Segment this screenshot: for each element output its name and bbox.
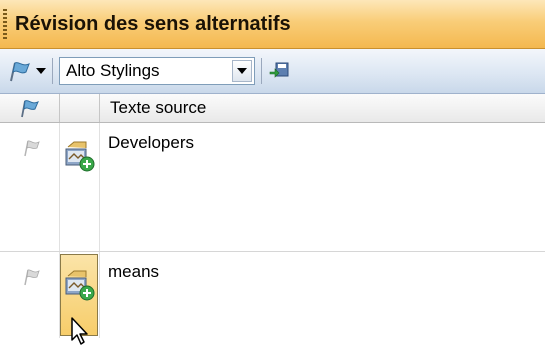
column-header-flag[interactable] [0, 94, 60, 122]
column-header-status[interactable] [60, 94, 100, 122]
chevron-down-icon[interactable] [232, 60, 252, 82]
mouse-pointer-icon [71, 317, 88, 345]
panel-title: Révision des sens alternatifs [15, 12, 291, 35]
style-select-value: Alto Stylings [66, 61, 160, 80]
row-flag-cell[interactable] [0, 252, 60, 338]
save-floppy-icon[interactable] [268, 60, 290, 82]
row-status-cell-selected[interactable] [60, 252, 100, 345]
grid-header: Texte source [0, 94, 545, 123]
flag-dropdown-chevron-icon[interactable] [36, 68, 46, 74]
table-row[interactable]: Developers [0, 123, 545, 252]
row-flag-cell[interactable] [0, 123, 60, 251]
drag-grip-icon[interactable] [3, 9, 7, 39]
row-status-cell[interactable] [60, 123, 100, 251]
add-entry-icon[interactable] [62, 139, 96, 173]
table-row[interactable]: means [0, 252, 545, 345]
toolbar: Alto Stylings [0, 49, 545, 94]
toolbar-separator [52, 58, 53, 84]
toolbar-separator [261, 58, 262, 84]
source-text-cell[interactable]: Developers [100, 123, 545, 251]
review-panel: Révision des sens alternatifs Alto Styli… [0, 0, 545, 345]
style-select[interactable]: Alto Stylings [59, 57, 255, 85]
flag-gray-icon[interactable] [22, 139, 42, 157]
flag-gray-icon[interactable] [22, 268, 42, 286]
add-entry-icon[interactable] [62, 268, 96, 302]
flag-icon[interactable] [8, 59, 32, 83]
column-header-source[interactable]: Texte source [100, 94, 545, 122]
panel-title-bar[interactable]: Révision des sens alternatifs [0, 0, 545, 49]
source-text-cell[interactable]: means [100, 252, 545, 338]
flag-column-icon [20, 100, 39, 118]
